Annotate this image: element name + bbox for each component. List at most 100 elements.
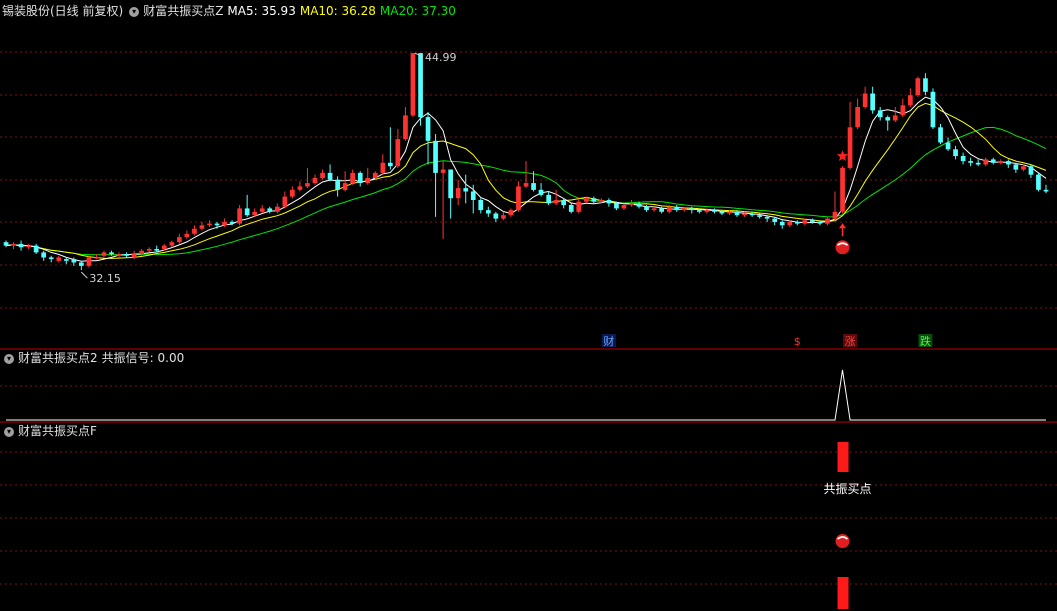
- candle-body: [749, 213, 755, 216]
- candle-body: [825, 218, 830, 224]
- candle-body: [621, 205, 627, 209]
- candle-body: [365, 178, 371, 184]
- candle-body: [470, 191, 476, 200]
- candle-body: [719, 211, 725, 214]
- candle-body: [350, 172, 355, 183]
- panel3-indicator-name[interactable]: 财富共振买点F: [18, 424, 97, 438]
- ma20-label: MA20: 37.30: [379, 4, 456, 18]
- candle-body: [184, 233, 190, 238]
- candle-body: [538, 189, 544, 195]
- marker-label: $: [794, 335, 801, 348]
- candle-body: [26, 245, 31, 248]
- candle-body: [885, 117, 891, 121]
- candle-body: [787, 221, 793, 226]
- candle-body: [48, 257, 54, 260]
- ma10-label: MA10: 36.28: [299, 4, 376, 18]
- marker-label: 财: [603, 334, 614, 348]
- candle-body: [214, 223, 220, 226]
- candle-body: [877, 110, 883, 118]
- panel2-indicator-name[interactable]: 财富共振买点2: [18, 351, 98, 365]
- candle-body: [795, 221, 800, 224]
- candle-body: [568, 205, 574, 212]
- candle-body: [968, 161, 973, 163]
- candle-body: [990, 159, 996, 163]
- candle-body: [614, 203, 619, 209]
- candle-body: [546, 194, 551, 204]
- candle-body: [900, 105, 906, 116]
- candle-body: [177, 237, 182, 243]
- candle-body: [923, 78, 928, 92]
- candle-body: [561, 200, 566, 206]
- candle-body: [395, 139, 401, 167]
- main-panel-header: 锡装股份(日线 前复权) ▾ 财富共振买点Z MA5: 35.93 MA10: 36.2…: [2, 4, 460, 18]
- candle-body: [131, 254, 137, 258]
- candle-body: [380, 162, 386, 173]
- candle-body: [455, 188, 461, 199]
- candle-body: [259, 208, 265, 212]
- candle-body: [410, 53, 416, 116]
- collapse-icon[interactable]: ▾: [4, 353, 14, 364]
- candle-body: [576, 201, 582, 212]
- low-pointer: [81, 271, 88, 279]
- marker-label: 涨: [845, 335, 856, 348]
- candle-body: [418, 53, 423, 118]
- collapse-icon[interactable]: ▾: [4, 426, 14, 437]
- indicator-name[interactable]: 财富共振买点Z: [143, 4, 223, 18]
- candle-body: [11, 243, 16, 246]
- candle-body: [508, 210, 514, 216]
- candle-body: [629, 203, 634, 205]
- candle-body: [734, 211, 740, 216]
- candle-body: [599, 200, 604, 202]
- candle-body: [229, 221, 235, 224]
- candle-body: [335, 179, 340, 190]
- signal-line: [6, 369, 1046, 421]
- candle-body: [207, 223, 212, 226]
- candle-body: [1028, 166, 1034, 175]
- candle-body: [712, 210, 717, 212]
- candle-body: [840, 167, 845, 212]
- candle-body: [86, 257, 92, 266]
- star-icon: [836, 150, 849, 161]
- candle-body: [908, 95, 913, 106]
- candle-body: [244, 208, 250, 216]
- candle-body: [779, 221, 785, 226]
- candle-body: [1043, 189, 1049, 192]
- candle-body: [161, 245, 167, 249]
- stock-title: 锡装股份(日线 前复权): [2, 4, 124, 18]
- candle-body: [1013, 164, 1019, 170]
- candle-body: [493, 213, 499, 219]
- candle-body: [674, 206, 680, 211]
- candle-body: [772, 218, 778, 222]
- buy-signal-label: 共振买点: [824, 482, 872, 496]
- candle-body: [199, 225, 205, 229]
- candle-body: [478, 200, 484, 211]
- panel2-signal-label: 共振信号: 0.00: [101, 351, 185, 365]
- high-price-label: 44.99: [425, 51, 457, 64]
- up-arrow-icon: [839, 223, 847, 229]
- candle-body: [651, 208, 657, 211]
- candle-body: [275, 206, 280, 212]
- candle-body: [998, 161, 1004, 163]
- red-ball-icon: [835, 240, 850, 255]
- buy-bar: [837, 577, 849, 609]
- candle-body: [742, 213, 747, 216]
- kline-chart[interactable]: 44.99 32.15 财 $ 涨 跌共振买点: [0, 0, 1057, 611]
- collapse-icon[interactable]: ▾: [129, 6, 140, 17]
- candle-body: [930, 91, 936, 128]
- candle-body: [892, 115, 898, 121]
- candle-body: [757, 215, 762, 217]
- candle-body: [305, 183, 310, 187]
- candle-body: [41, 252, 46, 258]
- panel3-header: ▾ 财富共振买点F: [2, 424, 101, 438]
- candle-body: [764, 216, 770, 219]
- candle-body: [154, 249, 160, 251]
- candle-body: [169, 242, 175, 246]
- candle-body: [139, 250, 144, 255]
- candle-body: [953, 149, 958, 157]
- candle-body: [644, 206, 649, 211]
- candle-body: [659, 208, 664, 212]
- candle-body: [486, 210, 491, 214]
- candle-body: [915, 78, 921, 96]
- candle-body: [591, 198, 597, 202]
- candle-body: [33, 245, 39, 253]
